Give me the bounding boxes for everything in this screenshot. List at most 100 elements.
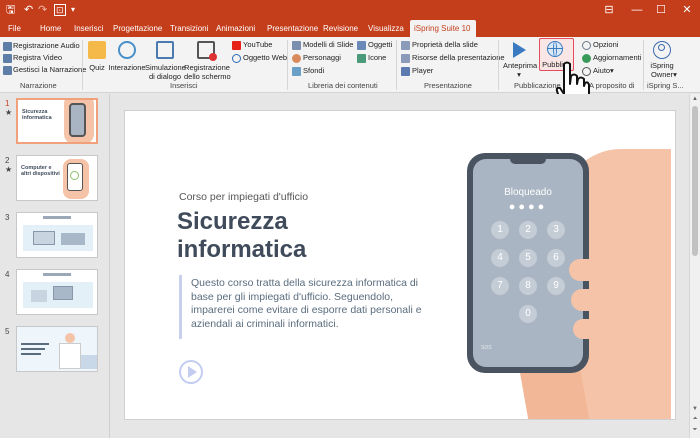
undo-icon[interactable]: ↶ (24, 3, 33, 17)
transition-star-icon: ★ (5, 165, 13, 174)
modelli-slide-button[interactable]: Modelli di Slide (303, 40, 353, 50)
next-slide-icon[interactable]: ⏷ (690, 425, 700, 435)
tab-ispring-suite[interactable]: iSpring Suite 10 (410, 20, 476, 37)
play-circle-icon (179, 360, 203, 384)
customize-quick-access-icon[interactable]: ▾ (71, 3, 75, 17)
slide-title[interactable]: Sicurezza informatica (177, 208, 417, 264)
slideshow-icon[interactable]: ⊡ (54, 4, 66, 16)
group-separator (396, 40, 397, 90)
slide-templates-icon (292, 41, 301, 50)
interazione-button[interactable]: Interazione (108, 63, 146, 72)
preview-play-icon (513, 42, 526, 58)
group-label-narrazione: Narrazione (20, 81, 57, 90)
group-label-libreria: Libreria dei contenuti (308, 81, 378, 90)
save-icon[interactable]: 🖫 (6, 3, 15, 17)
keypad-key: 8 (519, 277, 537, 295)
ispring-owner-dropdown-arrow[interactable]: ▾ (671, 70, 679, 79)
tab-progettazione[interactable]: Progettazione (111, 20, 164, 37)
simulazione-dialogo-button[interactable]: Simulazione di dialogo (145, 63, 186, 81)
restore-ribbon-icon[interactable]: ⊟ (598, 2, 620, 18)
quiz-button[interactable]: Quiz (86, 63, 108, 72)
tab-revisione[interactable]: Revisione (321, 20, 360, 37)
scroll-up-icon[interactable]: ▲ (690, 94, 700, 104)
publish-globe-icon (547, 41, 563, 57)
aggiornamenti-button[interactable]: Aggiornamenti (593, 53, 641, 63)
objects-icon (357, 41, 366, 50)
registrazione-schermo-button[interactable]: Registrazione dello schermo (184, 63, 231, 81)
maximize-button[interactable]: ☐ (650, 2, 672, 18)
vertical-scrollbar[interactable]: ▲ ▼ ⏶ ⏷ (689, 94, 700, 438)
backgrounds-icon (292, 67, 301, 76)
keypad-key: 5 (519, 249, 537, 267)
registrazione-audio-button[interactable]: Registrazione Audio (13, 41, 80, 51)
opzioni-button[interactable]: Opzioni (593, 40, 618, 50)
quote-bar (179, 275, 182, 339)
slide-thumbnail-5[interactable] (16, 326, 98, 372)
dialogue-simulation-icon (156, 41, 174, 59)
tab-presentazione[interactable]: Presentazione (265, 20, 320, 37)
interaction-icon (118, 41, 136, 59)
tab-home[interactable]: Home (38, 20, 63, 37)
ribbon: Registrazione Audio Registra Video Gesti… (0, 37, 700, 93)
slide-subtitle[interactable]: Corso per impiegati d'ufficio (179, 191, 308, 203)
registra-video-button[interactable]: Registra Video (13, 53, 62, 63)
sfondi-button[interactable]: Sfondi (303, 66, 324, 76)
slide-thumbnail-2[interactable]: Computer e altri dispositivi (16, 155, 98, 201)
group-label-pubblicazione: Pubblicazione (514, 81, 561, 90)
slide-thumbnail-pane: 1 ★ Sicurezza informatica 2 ★ Computer e… (0, 94, 110, 438)
proprieta-slide-button[interactable]: Proprietà della slide (412, 40, 478, 50)
aiuto-button[interactable]: Aiuto (593, 66, 610, 76)
quiz-icon (88, 41, 106, 59)
youtube-icon (232, 41, 241, 50)
group-label-inserisci: Inserisci (170, 81, 198, 90)
group-separator (643, 40, 644, 90)
keypad-key: 9 (547, 277, 565, 295)
user-avatar-icon (653, 41, 671, 59)
slide-editor-area: Corso per impiegati d'ufficio Sicurezza … (111, 94, 688, 438)
scroll-thumb[interactable] (692, 106, 698, 256)
tab-visualizza[interactable]: Visualizza (366, 20, 406, 37)
scroll-down-icon[interactable]: ▼ (690, 404, 700, 414)
oggetti-button[interactable]: Oggetti (368, 40, 392, 50)
thumbnail-number: 1 (5, 99, 10, 108)
minimize-button[interactable]: — (626, 2, 648, 18)
thumbnail-title: Sicurezza informatica (22, 109, 52, 121)
keypad-key: 0 (519, 305, 537, 323)
icone-button[interactable]: Icone (368, 53, 386, 63)
ribbon-tabs: File Home Inserisci Progettazione Transi… (0, 20, 700, 37)
thumbnail-number: 3 (5, 213, 10, 222)
web-object-icon (232, 54, 241, 63)
youtube-button[interactable]: YouTube (243, 40, 272, 50)
tab-inserisci[interactable]: Inserisci (72, 20, 105, 37)
presentation-resources-icon (401, 54, 410, 63)
slide-thumbnail-3[interactable] (16, 212, 98, 258)
hand-holding-phone-illustration: Bloqueado ●●●● 1 2 3 4 5 6 7 8 9 0 SOS (467, 149, 671, 419)
oggetto-web-button[interactable]: Oggetto Web (243, 53, 287, 63)
slide-thumbnail-4[interactable] (16, 269, 98, 315)
keypad-key: 4 (491, 249, 509, 267)
keypad-key: 6 (547, 249, 565, 267)
gestisci-narrazione-button[interactable]: Gestisci la Narrazione (13, 65, 86, 75)
group-label-presentazione: Presentazione (424, 81, 472, 90)
slide-canvas[interactable]: Corso per impiegati d'ufficio Sicurezza … (124, 110, 676, 420)
screen-recording-icon (197, 41, 217, 61)
anteprima-button[interactable]: Anteprima (503, 61, 537, 70)
risorse-presentazione-button[interactable]: Risorse della presentazione (412, 53, 505, 63)
redo-icon[interactable]: ↷ (38, 3, 47, 17)
anteprima-dropdown-arrow[interactable]: ▾ (514, 70, 524, 79)
tab-file[interactable]: File (6, 20, 23, 37)
slide-body-text[interactable]: Questo corso tratta della sicurezza info… (191, 277, 423, 331)
tab-animazioni[interactable]: Animazioni (214, 20, 257, 37)
aiuto-dropdown-arrow[interactable]: ▾ (610, 66, 614, 76)
group-separator (287, 40, 288, 90)
options-gear-icon (582, 41, 591, 50)
title-bar: 🖫 ↶ ↷ ⊡ ▾ ⊟ — ☐ ✕ (0, 0, 700, 20)
slide-thumbnail-1[interactable]: Sicurezza informatica (16, 98, 98, 144)
phone-sos-label: SOS (481, 345, 492, 351)
player-button[interactable]: Player (412, 66, 433, 76)
close-button[interactable]: ✕ (676, 2, 698, 18)
transition-star-icon: ★ (5, 108, 13, 117)
personaggi-button[interactable]: Personaggi (303, 53, 341, 63)
previous-slide-icon[interactable]: ⏶ (690, 414, 700, 424)
tab-transizioni[interactable]: Transizioni (168, 20, 210, 37)
